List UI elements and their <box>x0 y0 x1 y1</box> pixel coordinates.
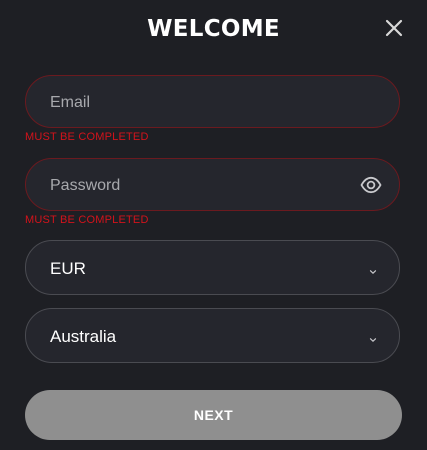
modal-title: WELCOME <box>147 16 280 42</box>
country-value: Australia <box>50 327 117 346</box>
eye-icon[interactable] <box>360 176 382 194</box>
email-field[interactable]: Email <box>25 75 400 128</box>
password-field[interactable]: Password <box>25 158 400 211</box>
currency-select[interactable]: EUR <box>25 240 400 295</box>
email-error-message: MUST BE COMPLETED <box>25 131 149 143</box>
country-select[interactable]: Australia <box>25 308 400 363</box>
close-icon[interactable] <box>383 17 405 39</box>
currency-value: EUR <box>50 259 86 278</box>
next-button[interactable]: NEXT <box>25 390 402 440</box>
password-error-message: MUST BE COMPLETED <box>25 214 149 226</box>
registration-modal: WELCOME Email MUST BE COMPLETED Password… <box>0 0 427 450</box>
password-placeholder: Password <box>50 177 121 194</box>
email-placeholder: Email <box>50 94 91 111</box>
chevron-down-icon[interactable] <box>369 331 377 343</box>
chevron-down-icon[interactable] <box>369 263 377 275</box>
